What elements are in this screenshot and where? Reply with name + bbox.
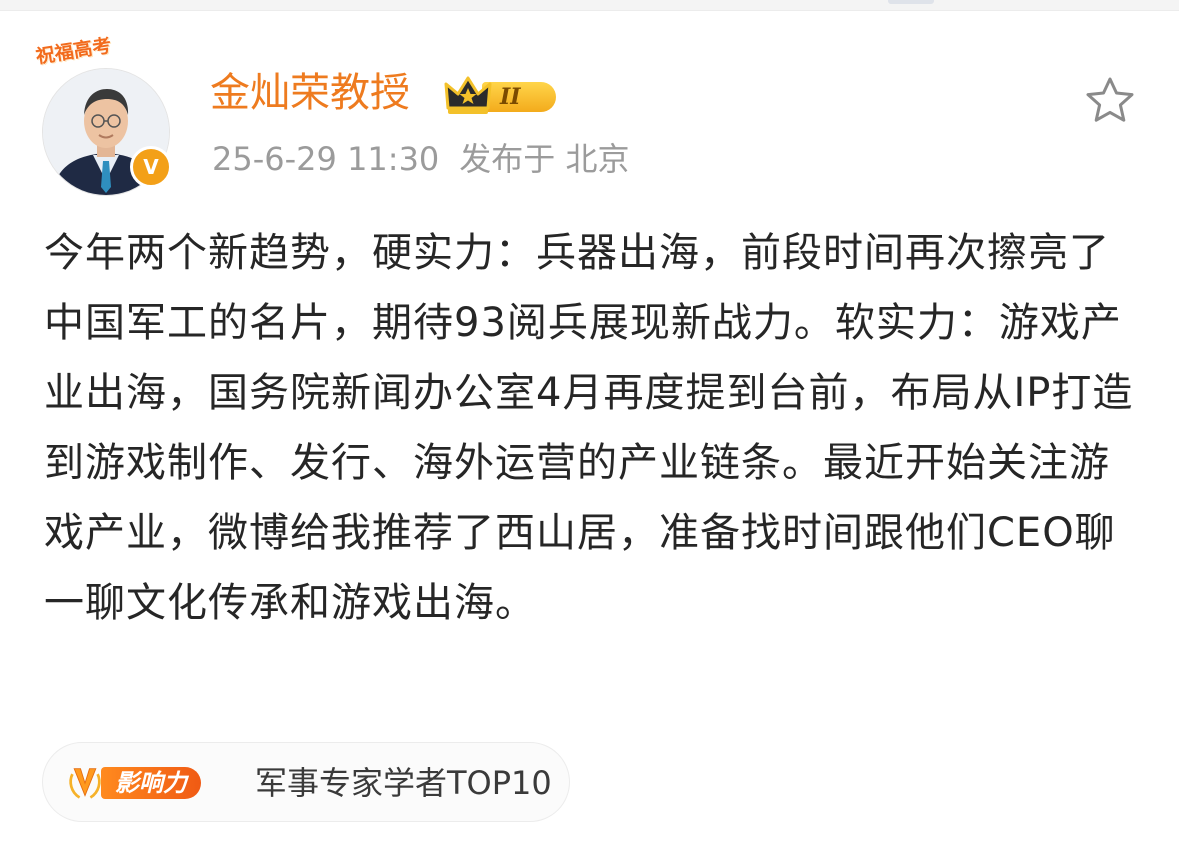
verified-badge: V [130, 146, 172, 188]
influence-tag[interactable]: 影响力 军事专家学者TOP10 [42, 742, 570, 822]
influence-ranking: 军事专家学者TOP10 [255, 764, 552, 802]
influence-label: 影响力 [101, 767, 201, 799]
crown-icon [444, 76, 492, 114]
drag-handle [888, 0, 934, 4]
avatar-container[interactable]: 祝福高考 V [34, 35, 172, 196]
post-location: 发布于 北京 [459, 140, 630, 178]
post-text: 今年两个新趋势，硬实力：兵器出海，前段时间再次擦亮了中国军工的名片，期待93阅兵… [44, 230, 1134, 626]
favorite-button[interactable] [1084, 75, 1136, 125]
member-level-badge[interactable]: II [442, 72, 560, 118]
post-date: 25-6-29 11:30 [212, 140, 440, 178]
star-outline-icon [1086, 77, 1134, 122]
post-meta: 25-6-29 11:30 发布于 北京 [212, 136, 629, 182]
author-name[interactable]: 金灿荣教授 [210, 66, 410, 120]
v-laurel-icon [69, 768, 101, 799]
top-divider [0, 0, 1179, 11]
